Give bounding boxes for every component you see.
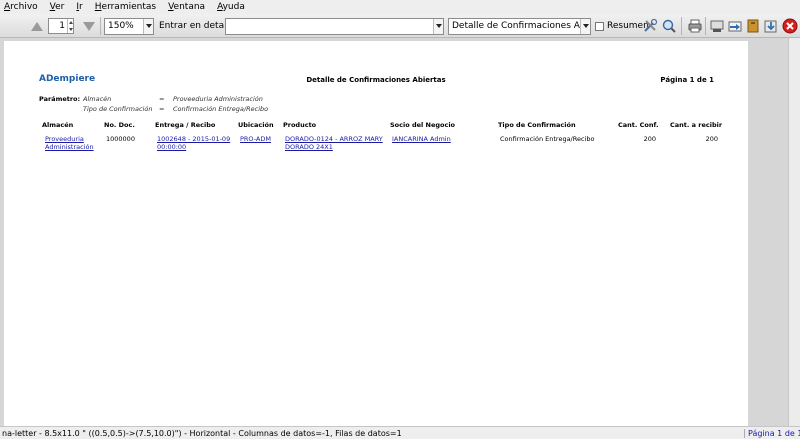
page-spinner[interactable]: 1 [48,17,74,35]
report-title: Detalle de Confirmaciones Abiertas [306,76,446,84]
customize-button[interactable] [641,17,659,35]
column-header-tipo: Tipo de Confirmación [498,121,576,129]
download-icon [764,20,777,33]
parameter-header: Parámetro: [39,95,81,103]
report-page: ADempiere Detalle de Confirmaciones Abie… [4,41,748,426]
toolbar: 1 150% Entrar en detalle: Detalle de Con… [0,14,800,38]
cell-tipo: Confirmación Entrega/Recibo [500,135,595,143]
report-parameters: Parámetro: Almacén = Proveeduria Adminis… [39,94,268,114]
export-button[interactable] [708,17,726,35]
parameter-operator: = [159,95,165,103]
cell-no-doc: 1000000 [106,135,135,143]
status-message: na-letter - 8.5x11.0 " ((0.5,0.5)->(7.5,… [2,428,402,438]
column-header-no-doc: No. Doc. [104,121,135,129]
column-header-producto: Producto [283,121,317,129]
print-icon [688,19,702,33]
chevron-down-icon[interactable] [433,18,443,34]
close-button[interactable] [781,17,799,35]
cell-cant-recibir: 200 [705,135,718,143]
find-button[interactable] [660,17,678,35]
chevron-down-icon[interactable] [580,18,590,34]
menu-herramientas[interactable]: Herramientas [95,2,156,12]
parameter-name: Almacén [83,95,112,103]
cell-entrega-link[interactable]: 1002648 - 2015-01-09 [157,135,230,143]
report-select-value: Detalle de Confirmaciones Abiertas [452,21,580,31]
parameter-value: Confirmación Entrega/Recibo [173,105,269,113]
send-icon [728,21,742,32]
column-header-cant-conf: Cant. Conf. [618,121,659,129]
cell-producto-link[interactable]: DORADO 24X1 [285,143,333,151]
column-header-entrega: Entrega / Recibo [155,121,216,129]
vertical-scrollbar[interactable] [788,38,800,426]
send-button[interactable] [726,17,744,35]
status-page-count[interactable]: Página 1 de 1 [744,428,800,438]
cell-cant-conf: 200 [643,135,656,143]
parameter-row: Tipo de Confirmación = Confirmación Entr… [39,104,268,114]
download-button[interactable] [762,17,780,35]
menu-bar: Archivo Ver Ir Herramientas Ventana Ayud… [0,0,800,14]
parameter-operator: = [159,105,165,113]
zoom-select[interactable]: 150% [104,17,154,35]
page-number-value[interactable]: 1 [49,19,67,33]
cell-ubicacion-link[interactable]: PRO-ADM [240,135,271,143]
chevron-down-icon[interactable] [143,18,153,34]
drill-select[interactable] [225,17,444,35]
zoom-value: 150% [108,21,134,31]
column-header-ubicacion: Ubicación [238,121,274,129]
toolbar-separator [705,17,706,35]
arrow-down-icon [83,21,95,31]
report-select[interactable]: Detalle de Confirmaciones Abiertas [448,17,591,35]
cell-almacen-link[interactable]: Proveeduria [45,135,84,143]
parameter-name: Tipo de Confirmación [83,105,153,113]
spinner-arrows[interactable] [67,19,73,33]
report-viewer: ADempiere Detalle de Confirmaciones Abie… [0,38,800,426]
menu-ayuda[interactable]: Ayuda [217,2,245,12]
toolbar-separator [100,17,101,35]
menu-ir[interactable]: Ir [76,2,82,12]
report-page-number: Página 1 de 1 [660,76,714,84]
menu-ver[interactable]: Ver [50,2,65,12]
parameter-value: Proveeduria Administración [173,95,263,103]
cell-almacen-link[interactable]: Administración [45,143,94,151]
archive-button[interactable] [744,17,762,35]
cell-entrega-link[interactable]: 00:00:00 [157,143,186,151]
column-header-socio: Socio del Negocio [390,121,456,129]
arrow-up-icon [31,21,43,31]
close-icon [782,18,798,34]
cell-socio-link[interactable]: IANCARINA Admin [392,135,451,143]
column-header-almacen: Almacén [42,121,74,129]
archive-icon [747,19,759,33]
menu-ventana[interactable]: Ventana [168,2,205,12]
export-icon [710,20,724,32]
menu-archivo[interactable]: Archivo [4,2,38,12]
toolbar-separator [681,17,682,35]
summary-check-box[interactable] [595,21,604,31]
parameter-row: Parámetro: Almacén = Proveeduria Adminis… [39,94,268,104]
column-header-cant-recibir: Cant. a recibir [670,121,723,129]
find-icon [662,19,676,33]
cell-producto-link[interactable]: DORADO-0124 - ARROZ MARY [285,135,383,143]
previous-page-button[interactable] [28,17,46,35]
next-page-button[interactable] [80,17,98,35]
customize-icon [644,18,658,32]
status-bar: na-letter - 8.5x11.0 " ((0.5,0.5)->(7.5,… [0,426,800,439]
print-button[interactable] [686,17,704,35]
